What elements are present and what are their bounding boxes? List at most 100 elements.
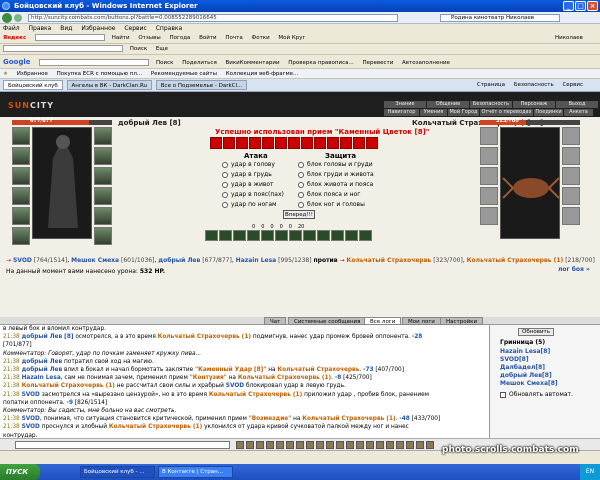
attack-chest[interactable]: удар в грудь bbox=[222, 171, 272, 178]
chat-tool-icon[interactable] bbox=[416, 441, 424, 449]
skill-icon[interactable] bbox=[359, 230, 372, 241]
favorite-link[interactable]: Коллекция веб-фрагме... bbox=[226, 71, 299, 77]
favorite-link[interactable]: Рекомендуемые сайты bbox=[151, 71, 217, 77]
skill-icon[interactable] bbox=[317, 230, 330, 241]
technique-icon[interactable] bbox=[366, 137, 378, 149]
page-menu[interactable]: Страница bbox=[477, 82, 505, 88]
nav-character[interactable]: Персонаж bbox=[513, 101, 556, 108]
nav-profile[interactable]: Анкета bbox=[564, 109, 594, 116]
chat-tool-icon[interactable] bbox=[406, 441, 414, 449]
nav-exit[interactable]: Выход bbox=[556, 101, 599, 108]
nav-battles[interactable]: Поединки bbox=[534, 109, 564, 116]
enemy-member[interactable]: Кольчатый Страхочервь bbox=[346, 257, 431, 264]
toolbar-item[interactable]: Отзывы bbox=[138, 35, 160, 41]
google-search-input[interactable] bbox=[39, 59, 150, 66]
defense-waist-legs[interactable]: блок пояса и ног bbox=[298, 191, 360, 198]
chat-tool-icon[interactable] bbox=[256, 441, 264, 449]
toolbar-item[interactable]: Войти bbox=[199, 35, 217, 41]
forward-icon[interactable] bbox=[14, 14, 22, 22]
menu-file[interactable]: Файл bbox=[3, 25, 20, 32]
auto-refresh-checkbox[interactable]: Обновлять автомат. bbox=[500, 391, 573, 398]
chat-tool-icon[interactable] bbox=[236, 441, 244, 449]
chat-tool-icon[interactable] bbox=[326, 441, 334, 449]
team-member[interactable]: SVOD bbox=[13, 257, 32, 264]
team-member[interactable]: добрый Лев bbox=[158, 257, 200, 264]
tools-menu[interactable]: Сервис bbox=[562, 82, 583, 88]
nav-navigator[interactable]: Навигатор bbox=[384, 109, 420, 116]
attack-head[interactable]: удар в голову bbox=[222, 161, 275, 168]
toolbar-item[interactable]: Погода bbox=[169, 35, 190, 41]
player-name[interactable]: добрый Лев [8] bbox=[118, 119, 181, 127]
equipment-slot[interactable] bbox=[94, 187, 112, 205]
skill-icon[interactable] bbox=[247, 230, 260, 241]
equipment-slot[interactable] bbox=[12, 167, 30, 185]
technique-icon[interactable] bbox=[275, 137, 287, 149]
tab-combats[interactable]: Бойцовский клуб bbox=[3, 79, 63, 90]
toolbar2-more-button[interactable]: Еще bbox=[156, 46, 168, 52]
defense-head-chest[interactable]: блок головы и груди bbox=[298, 161, 373, 168]
technique-icon[interactable] bbox=[288, 137, 300, 149]
chat-tool-icon[interactable] bbox=[296, 441, 304, 449]
group-member[interactable]: Мешок Смеха[8] bbox=[500, 380, 558, 387]
minimize-button[interactable]: _ bbox=[563, 1, 574, 11]
group-member[interactable]: SVOD[8] bbox=[500, 356, 529, 363]
tab-darkclan-dungeon[interactable]: Все о Подземелье - DarkCl... bbox=[155, 79, 248, 90]
menu-tools[interactable]: Сервис bbox=[124, 25, 146, 32]
tab-darkclan-angels[interactable]: Ангелы в ВК - DarkClan.Ru bbox=[66, 79, 153, 90]
battle-log-link[interactable]: лог боя » bbox=[558, 266, 590, 273]
chat-tool-icon[interactable] bbox=[306, 441, 314, 449]
yandex-search-input[interactable] bbox=[34, 34, 105, 41]
chat-tool-icon[interactable] bbox=[316, 441, 324, 449]
enemy-member[interactable]: Кольчатый Страхочервь (1) bbox=[467, 257, 564, 264]
attack-legs[interactable]: удар по ногам bbox=[222, 201, 277, 208]
technique-icon[interactable] bbox=[340, 137, 352, 149]
technique-icon[interactable] bbox=[314, 137, 326, 149]
technique-icon[interactable] bbox=[327, 137, 339, 149]
defense-legs-head[interactable]: блок ног и головы bbox=[298, 201, 365, 208]
skill-icon[interactable] bbox=[289, 230, 302, 241]
equipment-slot[interactable] bbox=[94, 147, 112, 165]
skill-icon[interactable] bbox=[303, 230, 316, 241]
star-icon[interactable]: ★ bbox=[3, 71, 8, 77]
technique-icon[interactable] bbox=[210, 137, 222, 149]
skill-icon[interactable] bbox=[275, 230, 288, 241]
defense-chest-belly[interactable]: блок груди и живота bbox=[298, 171, 374, 178]
refresh-button[interactable]: Обновить bbox=[518, 328, 554, 336]
nav-my-city[interactable]: Мой Город bbox=[448, 109, 480, 116]
skill-icon[interactable] bbox=[345, 230, 358, 241]
technique-icon[interactable] bbox=[262, 137, 274, 149]
nav-knowledge[interactable]: Знание bbox=[384, 101, 427, 108]
toolbar-item[interactable]: ВикиКомментарии bbox=[226, 60, 280, 66]
attack-waist[interactable]: удар в пояс(пах) bbox=[222, 191, 284, 198]
chat-tool-icon[interactable] bbox=[426, 441, 434, 449]
chat-tool-icon[interactable] bbox=[356, 441, 364, 449]
nav-transfers[interactable]: Отчёт о переводах bbox=[480, 109, 534, 116]
skill-icon[interactable] bbox=[205, 230, 218, 241]
equipment-slot[interactable] bbox=[12, 227, 30, 245]
technique-icon[interactable] bbox=[236, 137, 248, 149]
team-member[interactable]: Мешок Смеха bbox=[71, 257, 119, 264]
technique-icon[interactable] bbox=[353, 137, 365, 149]
toolbar-item[interactable]: Мой Круг bbox=[278, 35, 305, 41]
chat-tool-icon[interactable] bbox=[246, 441, 254, 449]
skill-icon[interactable] bbox=[261, 230, 274, 241]
team-member[interactable]: Hazain Lesa bbox=[236, 257, 277, 264]
toolbar-item[interactable]: Проверка правописа... bbox=[288, 60, 353, 66]
nav-chat[interactable]: Общение bbox=[427, 101, 470, 108]
equipment-slot[interactable] bbox=[12, 187, 30, 205]
chat-input[interactable] bbox=[15, 441, 230, 449]
chat-tool-icon[interactable] bbox=[336, 441, 344, 449]
skill-icon[interactable] bbox=[233, 230, 246, 241]
equipment-slot[interactable] bbox=[94, 227, 112, 245]
start-button[interactable]: ПУСК bbox=[0, 464, 40, 480]
menu-help[interactable]: Справка bbox=[156, 25, 182, 32]
chat-tool-icon[interactable] bbox=[266, 441, 274, 449]
chat-tool-icon[interactable] bbox=[386, 441, 394, 449]
menu-favorites[interactable]: Избранное bbox=[81, 25, 115, 32]
toolbar-item[interactable]: Автозаполнение bbox=[402, 60, 450, 66]
skill-icon[interactable] bbox=[331, 230, 344, 241]
search-input[interactable]: Родина кинотеатр Николаев bbox=[440, 14, 560, 22]
menu-view[interactable]: Вид bbox=[60, 25, 72, 32]
maximize-button[interactable]: □ bbox=[575, 1, 586, 11]
favorites-label[interactable]: Избранное bbox=[17, 71, 48, 77]
